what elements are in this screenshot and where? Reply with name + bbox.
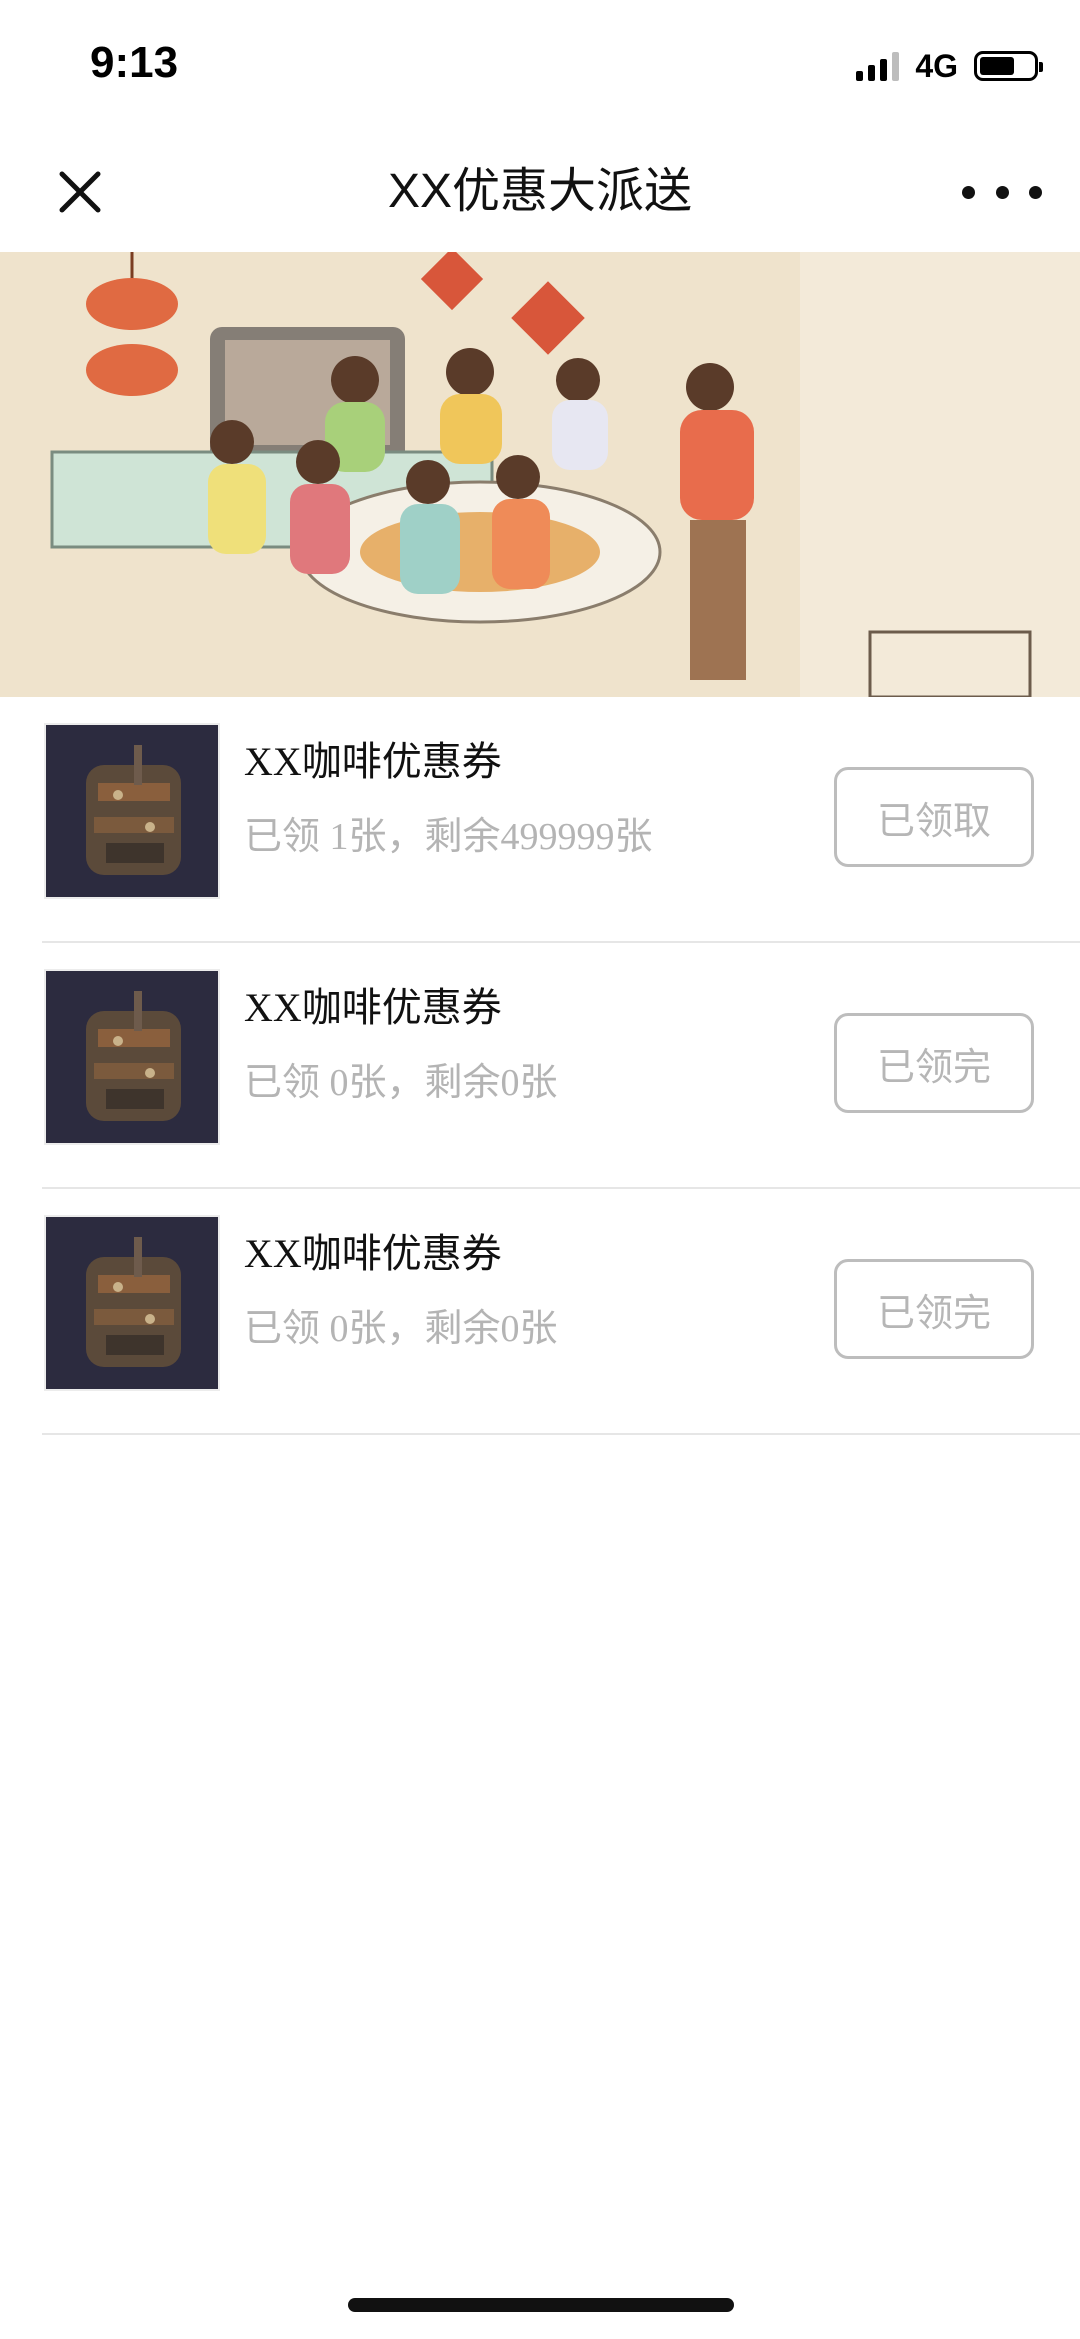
coupon-item: XX咖啡优惠券 已领 0张，剩余0张 已领完: [42, 943, 1080, 1189]
coupon-thumbnail: [44, 1215, 220, 1391]
coupon-item: XX咖啡优惠券 已领 0张，剩余0张 已领完: [42, 1189, 1080, 1435]
coupon-stock: 已领 1张，剩余499999张: [244, 816, 653, 858]
more-button[interactable]: [962, 160, 1042, 224]
coupon-item: XX咖啡优惠券 已领 1张，剩余499999张 已领取: [42, 697, 1080, 943]
nav-bar: XX优惠大派送: [0, 130, 1080, 252]
coupon-title: XX咖啡优惠券: [244, 985, 502, 1030]
status-time: 9:13: [90, 38, 179, 87]
battery-icon: [974, 51, 1043, 81]
page-title: XX优惠大派送: [387, 165, 693, 218]
network-type: 4G: [915, 47, 958, 84]
signal-icon: [856, 51, 900, 81]
coupon-title: XX咖啡优惠券: [244, 1231, 502, 1276]
coupon-title: XX咖啡优惠券: [244, 739, 502, 784]
banner-image: [0, 252, 1080, 697]
coupon-stock: 已领 0张，剩余0张: [244, 1308, 558, 1350]
sold-out-button[interactable]: 已领完: [834, 1013, 1034, 1113]
home-indicator[interactable]: [348, 2298, 734, 2312]
coupon-list: XX咖啡优惠券 已领 1张，剩余499999张 已领取 XX咖啡优惠券 已领 0…: [0, 697, 1080, 1435]
claimed-button[interactable]: 已领取: [834, 767, 1034, 867]
close-button[interactable]: [48, 160, 112, 224]
coupon-thumbnail: [44, 723, 220, 899]
status-indicators: 4G: [856, 47, 1043, 84]
coupon-stock: 已领 0张，剩余0张: [244, 1062, 558, 1104]
sold-out-button[interactable]: 已领完: [834, 1259, 1034, 1359]
close-icon: [59, 171, 101, 213]
coupon-thumbnail: [44, 969, 220, 1145]
more-icon: [962, 185, 975, 199]
status-bar: 9:13 4G: [0, 0, 1080, 130]
